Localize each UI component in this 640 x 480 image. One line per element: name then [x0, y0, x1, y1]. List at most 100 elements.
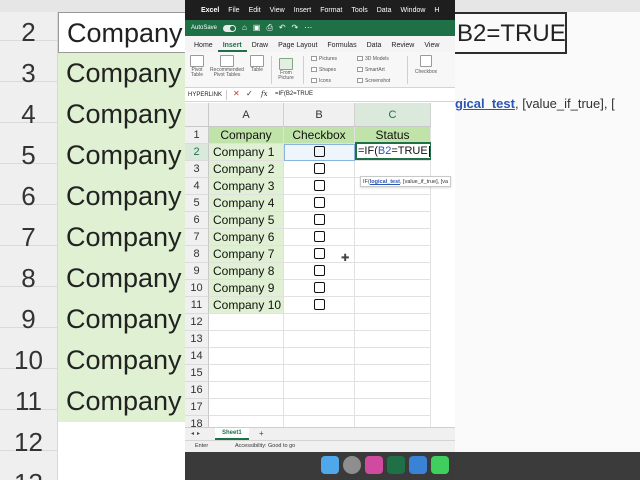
- menu-edit[interactable]: Edit: [249, 7, 261, 14]
- company-cell[interactable]: Company 4: [209, 195, 284, 212]
- recommended-pivot-tables-button[interactable]: Recommended Pivot Tables: [207, 55, 247, 78]
- checkbox-cell[interactable]: [284, 212, 355, 229]
- sheet-tab[interactable]: Sheet1: [215, 428, 249, 440]
- cell[interactable]: [355, 382, 431, 399]
- excel-dock-icon[interactable]: [387, 456, 405, 474]
- cell[interactable]: [284, 399, 355, 416]
- from-picture-button[interactable]: From Picture: [275, 58, 297, 81]
- row-header[interactable]: 1: [185, 127, 209, 144]
- column-header-c[interactable]: C: [355, 103, 431, 127]
- company-cell[interactable]: Company 8: [209, 263, 284, 280]
- home-icon[interactable]: ⌂: [242, 24, 247, 32]
- tooltip-arg[interactable]: logical_test: [370, 179, 400, 185]
- menu-window[interactable]: Window: [401, 7, 426, 14]
- mail-icon[interactable]: [409, 456, 427, 474]
- cell[interactable]: [284, 348, 355, 365]
- accessibility-status[interactable]: Accessibility: Good to go: [235, 441, 295, 452]
- cell[interactable]: [355, 399, 431, 416]
- cell[interactable]: [355, 331, 431, 348]
- cell[interactable]: [355, 416, 431, 427]
- autosave-toggle[interactable]: [223, 24, 237, 32]
- tab-draw[interactable]: Draw: [247, 42, 273, 52]
- print-icon[interactable]: ⎙: [266, 24, 272, 32]
- company-cell[interactable]: Company 6: [209, 229, 284, 246]
- settings-icon[interactable]: [343, 456, 361, 474]
- company-cell[interactable]: Company 10: [209, 297, 284, 314]
- sheet-nav-arrows-icon[interactable]: ◂▸: [191, 430, 203, 437]
- row-header[interactable]: 9: [185, 263, 209, 280]
- cell[interactable]: [209, 416, 284, 427]
- company-cell[interactable]: Company 9: [209, 280, 284, 297]
- cell[interactable]: [284, 365, 355, 382]
- undo-icon[interactable]: ↶: [279, 24, 286, 32]
- confirm-icon[interactable]: ✓: [246, 89, 253, 98]
- row-header[interactable]: 5: [185, 195, 209, 212]
- menu-file[interactable]: File: [228, 7, 239, 14]
- cell[interactable]: [209, 365, 284, 382]
- status-cell[interactable]: [355, 212, 431, 229]
- add-sheet-icon[interactable]: +: [259, 428, 264, 439]
- cell[interactable]: [209, 331, 284, 348]
- cell[interactable]: [284, 416, 355, 427]
- row-header[interactable]: 17: [185, 399, 209, 416]
- tab-data[interactable]: Data: [362, 42, 387, 52]
- table-button[interactable]: Table: [247, 55, 267, 73]
- checkbox-icon[interactable]: [313, 282, 325, 294]
- pictures-button[interactable]: Pictures: [311, 55, 337, 63]
- checkbox-cell[interactable]: [284, 280, 355, 297]
- checkbox-cell[interactable]: [284, 178, 355, 195]
- launchpad-icon[interactable]: [365, 456, 383, 474]
- status-cell[interactable]: [355, 229, 431, 246]
- cell[interactable]: [355, 348, 431, 365]
- row-header[interactable]: 12: [185, 314, 209, 331]
- status-cell[interactable]: [355, 297, 431, 314]
- checkbox-icon[interactable]: [313, 197, 325, 209]
- shapes-button[interactable]: Shapes: [311, 66, 336, 74]
- tab-view[interactable]: View: [419, 42, 444, 52]
- checkbox-cell[interactable]: [284, 229, 355, 246]
- cell[interactable]: [209, 348, 284, 365]
- menu-view[interactable]: View: [270, 7, 285, 14]
- company-cell[interactable]: Company 1: [209, 144, 284, 161]
- checkbox-cell[interactable]: [284, 144, 355, 161]
- row-header[interactable]: 10: [185, 280, 209, 297]
- pivot-table-button[interactable]: Pivot Table: [189, 55, 205, 78]
- checkbox-icon[interactable]: [313, 299, 325, 311]
- editing-cell-c2[interactable]: =IF(B2=TRUE: [355, 142, 431, 160]
- formula-input[interactable]: =IF(B2=TRUE: [275, 91, 313, 97]
- tab-page-layout[interactable]: Page Layout: [273, 42, 322, 52]
- checkbox-icon[interactable]: [313, 180, 325, 192]
- row-header[interactable]: 15: [185, 365, 209, 382]
- column-header-a[interactable]: A: [209, 103, 284, 127]
- checkbox-icon[interactable]: [313, 231, 325, 243]
- tab-review[interactable]: Review: [386, 42, 419, 52]
- row-header[interactable]: 11: [185, 297, 209, 314]
- status-cell[interactable]: [355, 195, 431, 212]
- redo-icon[interactable]: ↷: [292, 24, 299, 32]
- cell[interactable]: [209, 399, 284, 416]
- menu-insert[interactable]: Insert: [294, 7, 312, 14]
- row-header[interactable]: 3: [185, 161, 209, 178]
- checkbox-button[interactable]: Checkbox: [411, 55, 441, 76]
- tab-insert[interactable]: Insert: [217, 42, 247, 52]
- company-cell[interactable]: Company 5: [209, 212, 284, 229]
- checkbox-icon[interactable]: [313, 248, 325, 260]
- menu-app-name[interactable]: Excel: [201, 7, 219, 14]
- status-cell[interactable]: [355, 263, 431, 280]
- company-cell[interactable]: Company 7: [209, 246, 284, 263]
- row-header[interactable]: 18: [185, 416, 209, 427]
- cell[interactable]: [355, 365, 431, 382]
- messages-icon[interactable]: [431, 456, 449, 474]
- header-cell-company[interactable]: Company: [209, 127, 284, 144]
- row-header[interactable]: 6: [185, 212, 209, 229]
- row-header[interactable]: 7: [185, 229, 209, 246]
- 3d-models-button[interactable]: 3D Models: [357, 55, 389, 63]
- row-header[interactable]: 8: [185, 246, 209, 263]
- icons-button[interactable]: Icons: [311, 77, 331, 85]
- insert-function-icon[interactable]: fx: [261, 90, 268, 98]
- checkbox-cell[interactable]: [284, 161, 355, 178]
- row-header[interactable]: 14: [185, 348, 209, 365]
- cell[interactable]: [209, 314, 284, 331]
- finder-icon[interactable]: [321, 456, 339, 474]
- status-cell[interactable]: [355, 246, 431, 263]
